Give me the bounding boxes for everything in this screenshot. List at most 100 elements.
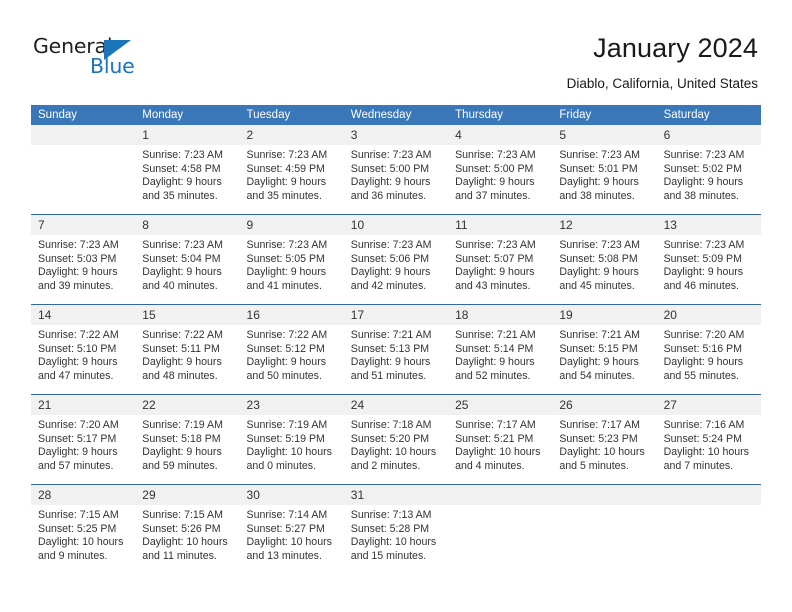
day-cell[interactable]: Sunrise: 7:22 AM Sunset: 5:12 PM Daylight:…	[240, 325, 344, 394]
day-number[interactable]: 21	[31, 395, 135, 415]
day-cell[interactable]: Sunrise: 7:23 AM Sunset: 4:59 PM Daylight:…	[240, 145, 344, 214]
day-cell[interactable]: Sunrise: 7:14 AM Sunset: 5:27 PM Daylight:…	[240, 505, 344, 574]
day-cell[interactable]: Sunrise: 7:23 AM Sunset: 5:01 PM Daylight:…	[552, 145, 656, 214]
daylight-text: Daylight: 9 hours	[142, 446, 222, 459]
sunset-text: Sunset: 5:28 PM	[350, 522, 430, 535]
day-cell[interactable]: Sunrise: 7:21 AM Sunset: 5:14 PM Daylight:…	[448, 325, 552, 394]
sunset-text: Sunset: 5:02 PM	[663, 162, 742, 175]
day-number[interactable]: 22	[135, 395, 239, 415]
day-number[interactable]: 10	[344, 215, 448, 235]
week-day-number-band: 123456	[31, 125, 761, 145]
day-cell[interactable]: Sunrise: 7:19 AM Sunset: 5:18 PM Daylight:…	[135, 415, 239, 484]
day-number[interactable]: 16	[240, 305, 344, 325]
day-number[interactable]: 30	[240, 485, 344, 505]
day-number[interactable]: 4	[448, 125, 552, 145]
day-cell[interactable]: Sunrise: 7:19 AM Sunset: 5:19 PM Daylight:…	[240, 415, 344, 484]
sunset-text: Sunset: 5:20 PM	[350, 432, 430, 445]
daylight-text: Daylight: 10 hours	[246, 536, 332, 549]
day-number[interactable]: 15	[135, 305, 239, 325]
sunrise-text: Sunrise: 7:23 AM	[455, 239, 536, 251]
day-cell[interactable]: Sunrise: 7:20 AM Sunset: 5:16 PM Daylight:…	[657, 325, 761, 394]
day-cell[interactable]: Sunrise: 7:23 AM Sunset: 5:06 PM Daylight:…	[344, 235, 448, 304]
day-cell[interactable]: Sunrise: 7:22 AM Sunset: 5:11 PM Daylight:…	[135, 325, 239, 394]
day-cell[interactable]: Sunrise: 7:23 AM Sunset: 5:09 PM Daylight:…	[657, 235, 761, 304]
day-number[interactable]: 19	[552, 305, 656, 325]
day-number[interactable]: 14	[31, 305, 135, 325]
daylight-text: Daylight: 9 hours	[246, 176, 327, 189]
day-number[interactable]: 26	[552, 395, 656, 415]
daylight-text: Daylight: 10 hours	[350, 536, 437, 549]
weekday-header-thursday: Thursday	[455, 109, 503, 121]
day-cell[interactable]: Sunrise: 7:20 AM Sunset: 5:17 PM Daylight:…	[31, 415, 135, 484]
weekday-header-wednesday: Wednesday	[350, 109, 412, 121]
daylight-text: Daylight: 9 hours	[38, 266, 118, 279]
day-number[interactable]: 20	[657, 305, 761, 325]
sunset-text: Sunset: 5:13 PM	[350, 342, 430, 355]
sunset-text: Sunset: 5:12 PM	[246, 342, 325, 355]
day-cell[interactable]: Sunrise: 7:23 AM Sunset: 5:02 PM Daylight:…	[657, 145, 761, 214]
day-cell[interactable]: Sunrise: 7:23 AM Sunset: 5:00 PM Daylight:…	[448, 145, 552, 214]
day-number[interactable]: 9	[240, 215, 344, 235]
weekday-header-saturday: Saturday	[663, 109, 710, 121]
daylight-text: Daylight: 10 hours	[350, 446, 437, 459]
day-cell[interactable]: Sunrise: 7:23 AM Sunset: 5:04 PM Daylight:…	[135, 235, 239, 304]
day-number[interactable]: 12	[552, 215, 656, 235]
daylight-text: and 51 minutes.	[350, 369, 427, 382]
day-number[interactable]: 25	[448, 395, 552, 415]
day-cell[interactable]: Sunrise: 7:13 AM Sunset: 5:28 PM Daylight:…	[344, 505, 448, 574]
day-cell[interactable]: Sunrise: 7:17 AM Sunset: 5:21 PM Daylight:…	[448, 415, 552, 484]
day-number[interactable]: 7	[31, 215, 135, 235]
day-cell[interactable]: Sunrise: 7:15 AM Sunset: 5:26 PM Daylight:…	[135, 505, 239, 574]
day-cell[interactable]: Sunrise: 7:21 AM Sunset: 5:15 PM Daylight:…	[552, 325, 656, 394]
daylight-text: and 38 minutes.	[663, 189, 739, 202]
day-number[interactable]: 13	[657, 215, 761, 235]
sunset-text: Sunset: 5:04 PM	[142, 252, 221, 265]
day-cell[interactable]: Sunrise: 7:23 AM Sunset: 5:05 PM Daylight:…	[240, 235, 344, 304]
weekday-header-tuesday: Tuesday	[246, 109, 291, 121]
daylight-text: Daylight: 9 hours	[455, 266, 535, 279]
daylight-text: and 50 minutes.	[246, 369, 322, 382]
day-cell[interactable]: Sunrise: 7:16 AM Sunset: 5:24 PM Daylight:…	[657, 415, 761, 484]
daylight-text: Daylight: 10 hours	[246, 446, 332, 459]
daylight-text: and 9 minutes.	[38, 549, 108, 562]
day-number[interactable]: 11	[448, 215, 552, 235]
day-cell[interactable]: Sunrise: 7:23 AM Sunset: 4:58 PM Daylight:…	[135, 145, 239, 214]
sunrise-text: Sunrise: 7:23 AM	[38, 239, 119, 251]
daylight-text: and 35 minutes.	[246, 189, 322, 202]
daylight-text: Daylight: 9 hours	[559, 266, 639, 279]
day-cell[interactable]: Sunrise: 7:18 AM Sunset: 5:20 PM Daylight:…	[344, 415, 448, 484]
day-cell[interactable]: Sunrise: 7:21 AM Sunset: 5:13 PM Daylight:…	[344, 325, 448, 394]
day-number[interactable]: 28	[31, 485, 135, 505]
day-number[interactable]: 6	[657, 125, 761, 145]
day-number[interactable]: 23	[240, 395, 344, 415]
sunrise-text: Sunrise: 7:23 AM	[559, 239, 641, 251]
general-blue-logo[interactable]: General Blue	[33, 36, 183, 82]
day-number[interactable]: 8	[135, 215, 239, 235]
day-cell[interactable]: Sunrise: 7:23 AM Sunset: 5:07 PM Daylight:…	[448, 235, 552, 304]
weekday-header-sunday: Sunday	[38, 109, 78, 121]
day-cell[interactable]: Sunrise: 7:17 AM Sunset: 5:23 PM Daylight:…	[552, 415, 656, 484]
day-number[interactable]: 3	[344, 125, 448, 145]
day-cell[interactable]: Sunrise: 7:23 AM Sunset: 5:03 PM Daylight:…	[31, 235, 135, 304]
week-day-number-band: 14 15 16 17 18 19 20	[31, 305, 761, 325]
day-number[interactable]: 18	[448, 305, 552, 325]
day-cell[interactable]: Sunrise: 7:22 AM Sunset: 5:10 PM Daylight:…	[31, 325, 135, 394]
day-number[interactable]: 1	[135, 125, 239, 145]
day-number[interactable]: 5	[552, 125, 656, 145]
day-number-empty	[552, 485, 656, 505]
day-number[interactable]: 17	[344, 305, 448, 325]
day-number[interactable]: 24	[344, 395, 448, 415]
sunrise-text: Sunrise: 7:19 AM	[142, 419, 223, 431]
day-cell[interactable]: Sunrise: 7:23 AM Sunset: 5:08 PM Daylight:…	[552, 235, 656, 304]
day-number[interactable]: 29	[135, 485, 239, 505]
day-cell-empty	[657, 505, 761, 574]
day-cell[interactable]: Sunrise: 7:15 AM Sunset: 5:25 PM Daylight:…	[31, 505, 135, 574]
day-number[interactable]: 27	[657, 395, 761, 415]
day-cell-empty	[552, 505, 656, 574]
day-number[interactable]: 2	[240, 125, 344, 145]
daylight-text: and 45 minutes.	[559, 279, 635, 292]
day-cell[interactable]: Sunrise: 7:23 AM Sunset: 5:00 PM Daylight:…	[344, 145, 448, 214]
day-number[interactable]: 31	[344, 485, 448, 505]
daylight-text: and 57 minutes.	[38, 459, 114, 472]
sunrise-text: Sunrise: 7:22 AM	[246, 329, 328, 341]
